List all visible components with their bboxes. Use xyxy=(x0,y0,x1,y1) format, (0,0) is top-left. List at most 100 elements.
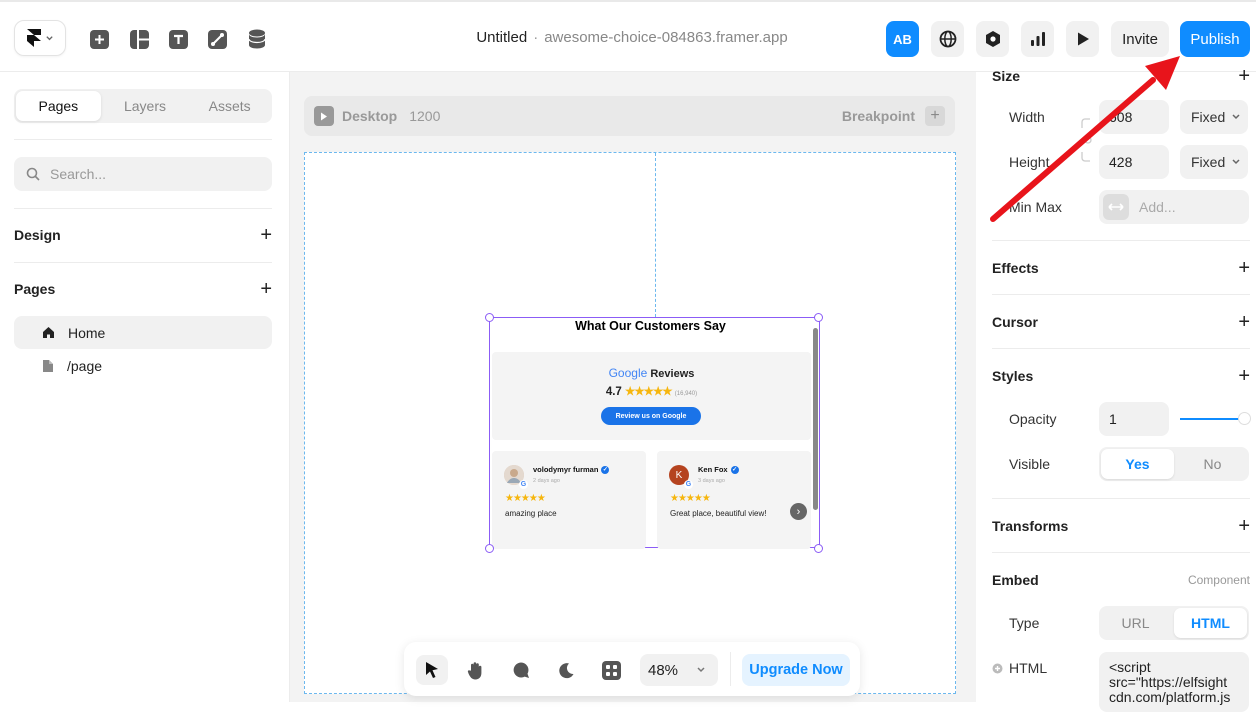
resize-handle[interactable] xyxy=(485,544,494,553)
tab-layers[interactable]: Layers xyxy=(103,89,188,123)
review-us-button[interactable]: Review us on Google xyxy=(601,407,701,425)
analytics-button[interactable] xyxy=(1021,21,1054,57)
design-section-header: Design + xyxy=(14,223,272,247)
project-url[interactable]: awesome-choice-084863.framer.app xyxy=(544,29,787,46)
publish-button[interactable]: Publish xyxy=(1180,21,1250,57)
guide-line xyxy=(655,153,656,317)
opacity-slider-handle[interactable] xyxy=(1238,412,1251,425)
reviewer-name: volodymyr furman ✓ xyxy=(533,465,610,475)
width-mode-select[interactable]: Fixed xyxy=(1180,100,1248,134)
transforms-label: Transforms xyxy=(992,518,1069,534)
resize-handle[interactable] xyxy=(485,313,494,322)
embed-widget[interactable]: What Our Customers Say Google Reviews 4.… xyxy=(485,313,823,553)
breakpoint-name: Desktop xyxy=(342,108,398,124)
breakpoint-label[interactable]: Breakpoint xyxy=(842,108,915,124)
review-text: Great place, beautiful view! xyxy=(670,509,767,518)
review-date: 3 days ago xyxy=(698,478,725,484)
page-item-label: /page xyxy=(67,357,103,374)
chevron-down-icon xyxy=(697,667,705,673)
divider xyxy=(992,240,1250,241)
hand-icon xyxy=(467,661,482,679)
type-url-option[interactable]: URL xyxy=(1099,606,1172,640)
width-input[interactable]: 608 xyxy=(1099,100,1169,134)
link-aspect-icon[interactable] xyxy=(1080,118,1092,162)
resize-handle[interactable] xyxy=(814,313,823,322)
canvas[interactable]: Desktop 1200 Breakpoint + What Our Custo… xyxy=(290,72,976,702)
left-panel-tabs: Pages Layers Assets xyxy=(14,89,272,123)
add-breakpoint-icon[interactable]: + xyxy=(925,106,945,126)
dark-mode-toggle[interactable] xyxy=(550,655,582,685)
minmax-placeholder: Add... xyxy=(1139,199,1176,215)
upgrade-button[interactable]: Upgrade Now xyxy=(742,654,850,686)
review-card: G volodymyr furman ✓ 2 days ago ★★★★★ ama… xyxy=(492,451,646,549)
zoom-value: 48% xyxy=(648,661,679,679)
review-count: (16,940) xyxy=(674,391,698,397)
add-design-icon[interactable]: + xyxy=(260,225,272,245)
page-icon xyxy=(43,359,53,372)
page-item-label: Home xyxy=(68,324,106,341)
height-label: Height xyxy=(1009,154,1050,170)
add-circle-icon[interactable] xyxy=(992,663,1003,674)
search-placeholder: Search... xyxy=(50,166,107,182)
search-icon xyxy=(26,167,40,181)
transforms-section-header: Transforms + xyxy=(992,516,1250,536)
page-item-page[interactable]: /page xyxy=(14,349,272,382)
preview-button[interactable] xyxy=(1066,21,1099,57)
add-cursor-icon[interactable]: + xyxy=(1238,312,1250,332)
review-stars: ★★★★★ xyxy=(505,493,546,504)
divider xyxy=(992,552,1250,553)
desktop-frame[interactable]: What Our Customers Say Google Reviews 4.… xyxy=(304,152,956,694)
reviews-word: Reviews xyxy=(650,368,695,380)
tab-assets[interactable]: Assets xyxy=(187,89,272,123)
minmax-label: Min Max xyxy=(1009,199,1062,215)
type-label: Type xyxy=(1009,615,1040,631)
widget-scrollbar[interactable] xyxy=(813,328,818,510)
resize-handle[interactable] xyxy=(814,544,823,553)
select-tool[interactable] xyxy=(416,655,448,685)
user-avatar[interactable]: AB xyxy=(886,21,919,57)
html-code-input[interactable]: <script src="https://elfsight cdn.com/pl… xyxy=(1099,652,1249,712)
add-size-icon[interactable]: + xyxy=(1238,66,1250,86)
chevron-down-icon xyxy=(1232,159,1240,165)
hexagon-settings-icon xyxy=(985,31,1000,47)
play-icon xyxy=(1077,32,1089,46)
tab-pages[interactable]: Pages xyxy=(16,91,101,121)
cursor-icon xyxy=(426,662,438,678)
play-icon[interactable] xyxy=(314,106,334,126)
zoom-select[interactable]: 48% xyxy=(640,654,718,686)
project-name[interactable]: Untitled xyxy=(476,29,527,46)
review-text: amazing place xyxy=(505,509,557,518)
embed-type-toggle: URL HTML xyxy=(1099,606,1249,640)
settings-button[interactable] xyxy=(976,21,1009,57)
height-mode-select[interactable]: Fixed xyxy=(1180,145,1248,179)
search-input[interactable]: Search... xyxy=(14,157,272,191)
breakpoint-width: 1200 xyxy=(409,108,441,124)
page-item-home[interactable]: Home xyxy=(14,316,272,349)
review-card: K G Ken Fox ✓ 3 days ago ★★★★★ Great plac… xyxy=(657,451,811,549)
cursor-label: Cursor xyxy=(992,314,1038,330)
hand-tool[interactable] xyxy=(460,655,492,685)
invite-button[interactable]: Invite xyxy=(1111,21,1169,57)
visible-yes-option[interactable]: Yes xyxy=(1101,449,1174,479)
divider xyxy=(992,498,1250,499)
add-style-icon[interactable]: + xyxy=(1238,366,1250,386)
opacity-input[interactable]: 1 xyxy=(1099,402,1169,436)
minmax-input[interactable]: Add... xyxy=(1099,190,1249,224)
width-label: Width xyxy=(1009,109,1045,125)
comment-tool[interactable] xyxy=(505,655,537,685)
add-effect-icon[interactable]: + xyxy=(1238,258,1250,278)
resize-icon xyxy=(1103,194,1129,220)
visible-no-option[interactable]: No xyxy=(1176,447,1249,481)
google-reviews-heading: Google Reviews xyxy=(492,366,811,380)
opacity-slider[interactable] xyxy=(1180,418,1244,420)
next-arrow-icon[interactable]: › xyxy=(790,503,807,520)
effects-section-header: Effects + xyxy=(992,258,1250,278)
height-input[interactable]: 428 xyxy=(1099,145,1169,179)
globe-button[interactable] xyxy=(931,21,964,57)
widget-title: What Our Customers Say xyxy=(575,319,726,333)
components-tool[interactable] xyxy=(595,655,627,685)
google-g-icon: G xyxy=(519,480,528,489)
add-page-icon[interactable]: + xyxy=(260,279,272,299)
type-html-option[interactable]: HTML xyxy=(1174,608,1247,638)
add-transform-icon[interactable]: + xyxy=(1238,516,1250,536)
